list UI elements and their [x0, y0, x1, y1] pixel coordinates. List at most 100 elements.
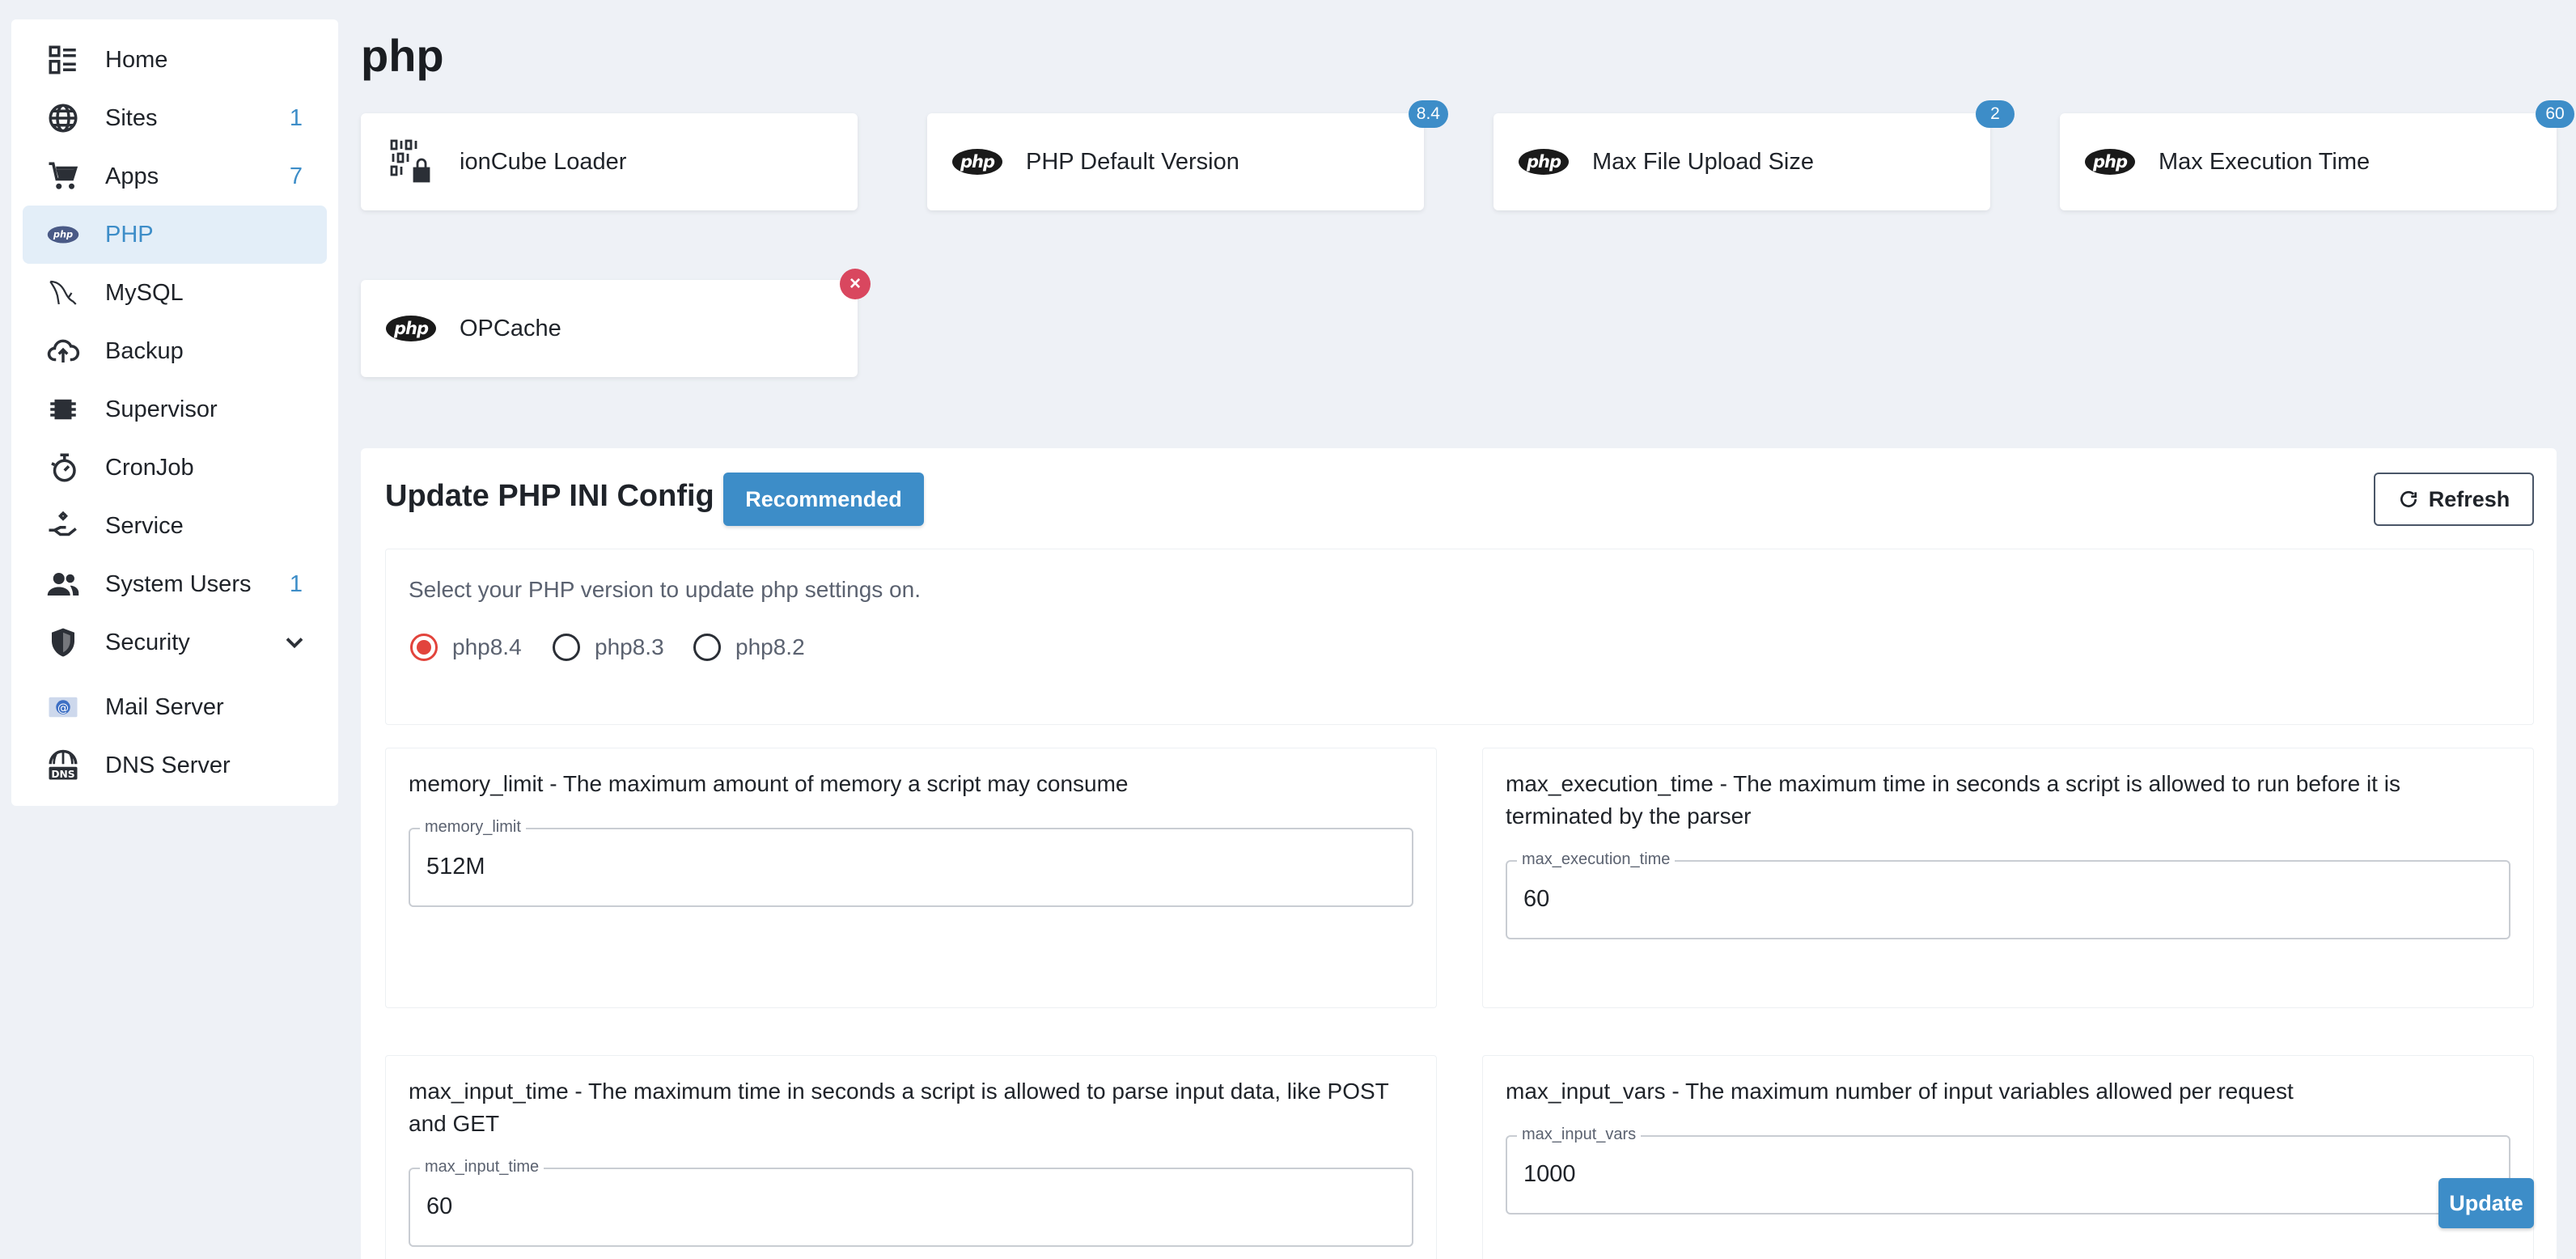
sidebar-item-service[interactable]: Service: [23, 497, 327, 555]
max-input-time-field[interactable]: max_input_time: [409, 1158, 1413, 1247]
sidebar-item-label: Apps: [105, 163, 159, 189]
php-logo-icon: php: [2084, 142, 2136, 182]
sidebar-item-sites[interactable]: Sites 1: [23, 89, 327, 147]
sidebar: Home Sites 1 Apps 7 php PHP MySQL Backup: [11, 19, 338, 806]
sidebar-item-count: 1: [289, 570, 303, 597]
max-input-vars-input[interactable]: [1523, 1161, 2486, 1188]
memory-limit-field[interactable]: memory_limit: [409, 818, 1413, 907]
card-php-default-version[interactable]: php PHP Default Version 8.4: [927, 100, 1448, 210]
version-prompt: Select your PHP version to update php se…: [409, 577, 921, 602]
card-label: Max Execution Time: [2159, 148, 2371, 175]
sidebar-item-apps[interactable]: Apps 7: [23, 147, 327, 206]
radio-label: php8.3: [595, 634, 664, 659]
max-input-time-input[interactable]: [426, 1193, 1389, 1220]
max-input-vars-field[interactable]: max_input_vars: [1506, 1125, 2510, 1214]
svg-text:DNS: DNS: [51, 769, 74, 780]
sidebar-item-label: PHP: [105, 221, 154, 248]
php-logo-icon: php: [385, 308, 437, 349]
sidebar-item-supervisor[interactable]: Supervisor: [23, 380, 327, 439]
php-logo-text: php: [952, 149, 1002, 175]
sidebar-item-label: MySQL: [105, 279, 184, 306]
chip-icon: [44, 390, 83, 429]
sidebar-item-count: 1: [289, 104, 303, 131]
radio-dot[interactable]: [693, 634, 721, 661]
update-button[interactable]: Update: [2438, 1178, 2534, 1228]
radio-php82[interactable]: php8.2: [693, 634, 805, 661]
setting-max-execution-time: max_execution_time - The maximum time in…: [1482, 748, 2534, 1008]
radio-dot[interactable]: [553, 634, 580, 661]
setting-description: max_execution_time - The maximum time in…: [1506, 771, 2400, 829]
refresh-button[interactable]: Refresh: [2374, 473, 2534, 526]
refresh-icon: [2400, 490, 2417, 507]
upload-size-badge: 2: [1976, 100, 2015, 128]
shield-icon: [44, 623, 83, 662]
sidebar-item-label: Service: [105, 512, 184, 539]
sidebar-item-label: Mail Server: [105, 693, 224, 720]
execution-time-badge: 60: [2536, 100, 2574, 128]
setting-max-input-time: max_input_time - The maximum time in sec…: [385, 1055, 1437, 1259]
field-label: memory_limit: [420, 818, 526, 837]
version-badge: 8.4: [1408, 100, 1448, 128]
sidebar-item-security[interactable]: Security: [23, 613, 327, 672]
card-ioncube-loader[interactable]: ionCube Loader: [361, 113, 858, 210]
sidebar-item-php[interactable]: php PHP: [23, 206, 327, 264]
service-hand-icon: [44, 507, 83, 545]
recommended-button[interactable]: Recommended: [723, 473, 924, 526]
radio-label: php8.2: [735, 634, 805, 659]
php-icon: php: [44, 215, 83, 254]
sidebar-item-label: System Users: [105, 570, 252, 597]
setting-memory-limit: memory_limit - The maximum amount of mem…: [385, 748, 1437, 1008]
card-max-execution-time[interactable]: php Max Execution Time 60: [2060, 100, 2574, 210]
sidebar-item-system-users[interactable]: System Users 1: [23, 555, 327, 613]
setting-max-input-vars: max_input_vars - The maximum number of i…: [1482, 1055, 2534, 1259]
chevron-down-icon[interactable]: [280, 628, 309, 657]
setting-description: memory_limit - The maximum amount of mem…: [409, 771, 1129, 796]
radio-label: php8.4: [452, 634, 522, 659]
radio-php84[interactable]: php8.4: [410, 634, 522, 661]
disabled-x-icon: ×: [840, 269, 871, 299]
dashboard-icon: [44, 40, 83, 79]
cloud-upload-icon: [44, 332, 83, 371]
field-label: max_input_time: [420, 1158, 544, 1176]
users-icon: [44, 565, 83, 604]
sidebar-item-home[interactable]: Home: [23, 31, 327, 89]
card-opcache[interactable]: php OPCache ×: [361, 269, 871, 377]
field-label: max_input_vars: [1517, 1125, 1642, 1144]
php-logo-text: php: [2085, 149, 2135, 175]
setting-description: max_input_time - The maximum time in sec…: [409, 1079, 1389, 1136]
max-execution-time-input[interactable]: [1523, 886, 2486, 913]
field-label: max_execution_time: [1517, 850, 1676, 869]
timer-icon: [44, 448, 83, 487]
sidebar-item-label: Sites: [105, 104, 158, 131]
php-logo-text: php: [386, 316, 436, 341]
svg-text:php: php: [53, 229, 73, 240]
svg-text:@: @: [57, 702, 69, 714]
php-ini-config-panel: Update PHP INI Config Recommended Refres…: [361, 448, 2557, 1259]
sidebar-item-mail-server[interactable]: @ Mail Server: [23, 678, 327, 736]
page-title: php: [361, 30, 444, 81]
sidebar-item-count: 7: [289, 163, 303, 189]
php-logo-text: php: [1519, 149, 1569, 175]
radio-dot[interactable]: [410, 634, 438, 661]
panel-title: Update PHP INI Config: [385, 479, 714, 513]
sidebar-item-cronjob[interactable]: CronJob: [23, 439, 327, 497]
refresh-label: Refresh: [2428, 486, 2510, 511]
sidebar-item-dns-server[interactable]: DNS DNS Server: [23, 736, 327, 795]
php-logo-icon: php: [1518, 142, 1570, 182]
sidebar-item-label: Security: [105, 629, 190, 655]
setting-description: max_input_vars - The maximum number of i…: [1506, 1079, 2294, 1104]
radio-php83[interactable]: php8.3: [553, 634, 664, 661]
memory-limit-input[interactable]: [426, 854, 1389, 880]
card-max-file-upload-size[interactable]: php Max File Upload Size 2: [1493, 100, 2015, 210]
ioncube-icon: [385, 139, 437, 183]
sidebar-item-mysql[interactable]: MySQL: [23, 264, 327, 322]
card-label: Max File Upload Size: [1592, 148, 1814, 175]
card-label: PHP Default Version: [1026, 148, 1239, 175]
sidebar-item-label: Supervisor: [105, 396, 218, 422]
sidebar-item-label: Home: [105, 46, 168, 73]
max-execution-time-field[interactable]: max_execution_time: [1506, 850, 2510, 939]
card-label: ionCube Loader: [460, 148, 627, 175]
sidebar-item-label: DNS Server: [105, 752, 231, 778]
sidebar-item-backup[interactable]: Backup: [23, 322, 327, 380]
mail-icon: @: [44, 688, 83, 727]
